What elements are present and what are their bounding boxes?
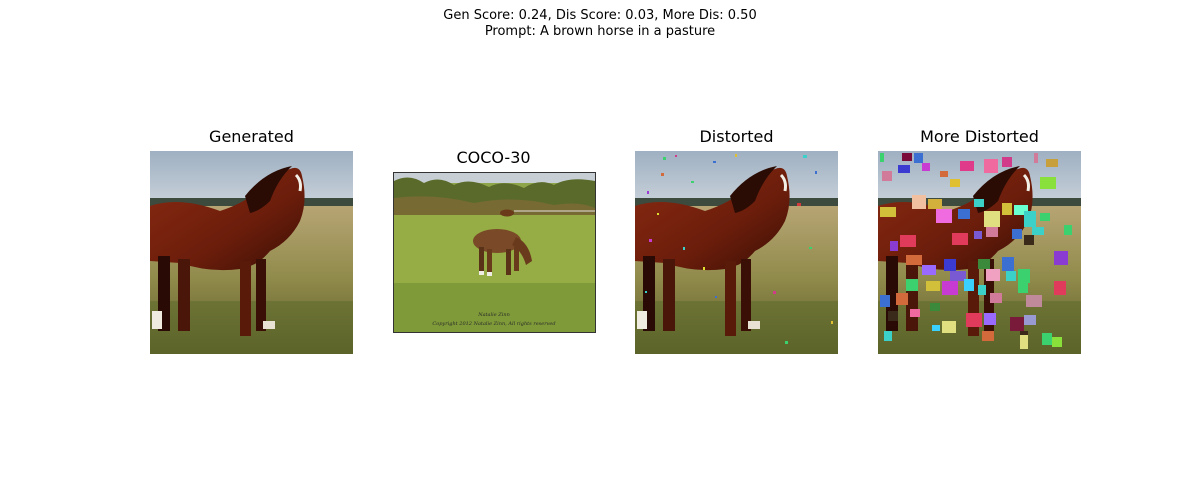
- generated-image: [150, 151, 353, 354]
- panel-title-more-distorted: More Distorted: [920, 127, 1039, 146]
- panel-title-coco30: COCO-30: [456, 148, 531, 167]
- more-distorted-image: [878, 151, 1081, 354]
- figure-suptitle: Gen Score: 0.24, Dis Score: 0.03, More D…: [0, 8, 1200, 40]
- coco-watermark-name: Natalie Zinn: [477, 312, 510, 318]
- suptitle-prompt: Prompt: A brown horse in a pasture: [484, 24, 716, 39]
- coco-image: Natalie Zinn Copyright 2012 Natalie Zinn…: [393, 172, 596, 333]
- coco-watermark-copyright: Copyright 2012 Natalie Zinn, All rights …: [432, 321, 555, 327]
- panel-title-distorted: Distorted: [699, 127, 774, 146]
- panel-title-generated: Generated: [209, 127, 294, 146]
- distorted-image: [635, 151, 838, 354]
- suptitle-scores: Gen Score: 0.24, Dis Score: 0.03, More D…: [443, 8, 757, 23]
